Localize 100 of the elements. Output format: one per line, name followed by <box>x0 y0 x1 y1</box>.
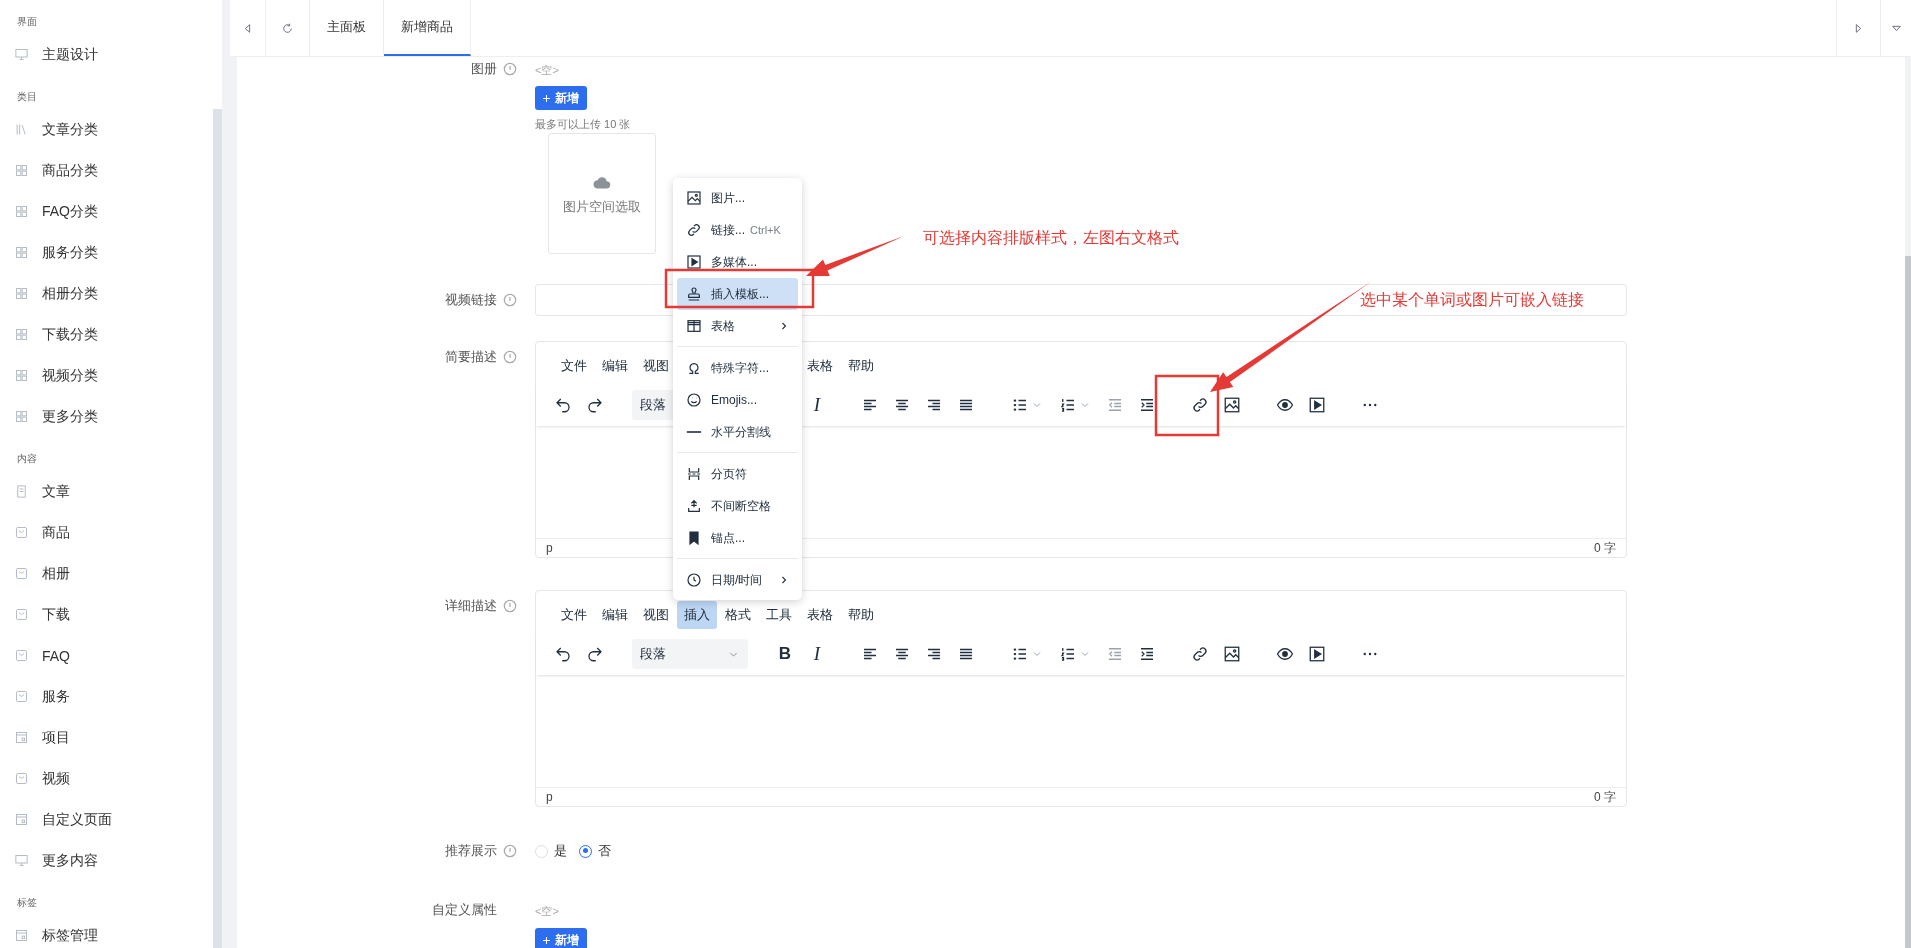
sidebar-item[interactable]: 视频 <box>0 758 213 799</box>
menu-item[interactable]: 工具 <box>759 601 799 629</box>
image-icon[interactable] <box>1223 645 1241 663</box>
grid-icon <box>14 368 29 383</box>
indent-icon[interactable] <box>1138 645 1156 663</box>
add-button[interactable]: 新增 <box>535 928 587 948</box>
document-icon <box>14 484 29 499</box>
menu-item[interactable]: 视图 <box>636 352 676 380</box>
plus-icon <box>541 92 552 104</box>
menu-item[interactable]: 表格 <box>800 601 840 629</box>
image-icon[interactable] <box>1223 396 1241 414</box>
upload-area[interactable]: 图片空间选取 <box>548 133 656 254</box>
sidebar-item[interactable]: FAQ <box>0 635 213 676</box>
sidebar-item[interactable]: 更多内容 <box>0 840 213 881</box>
eye-icon[interactable] <box>1276 396 1294 414</box>
image-icon <box>686 190 702 206</box>
field-label: 详细描述 <box>445 597 497 615</box>
sidebar-item[interactable]: 商品 <box>0 512 213 553</box>
menu-option[interactable]: 表格 <box>677 310 798 342</box>
window-icon <box>14 730 29 745</box>
sidebar-item[interactable]: 下载分类 <box>0 314 213 355</box>
redo-icon[interactable] <box>586 396 604 414</box>
menu-item[interactable]: 帮助 <box>841 601 881 629</box>
link-icon[interactable] <box>1191 396 1209 414</box>
undo-icon[interactable] <box>554 396 572 414</box>
outdent-icon[interactable] <box>1106 645 1124 663</box>
sidebar-item[interactable]: 文章 <box>0 471 213 512</box>
sidebar-item[interactable]: 视频分类 <box>0 355 213 396</box>
add-button[interactable]: 新增 <box>535 86 587 110</box>
grid-icon <box>14 286 29 301</box>
menu-item[interactable]: 表格 <box>800 352 840 380</box>
sidebar-item[interactable]: 商品分类 <box>0 150 213 191</box>
menu-option[interactable]: 不间断空格 <box>677 490 798 522</box>
menu-option[interactable]: 锚点... <box>677 522 798 554</box>
outdent-icon[interactable] <box>1106 396 1124 414</box>
sidebar-item[interactable]: FAQ分类 <box>0 191 213 232</box>
menu-item[interactable]: 编辑 <box>595 601 635 629</box>
menu-option[interactable]: Emojis... <box>677 384 798 416</box>
bullet-list-icon[interactable] <box>1011 645 1029 663</box>
indent-icon[interactable] <box>1138 396 1156 414</box>
grid-icon <box>14 409 29 424</box>
menu-option[interactable]: 图片... <box>677 182 798 214</box>
menu-item[interactable]: 格式 <box>718 601 758 629</box>
menu-item[interactable]: 编辑 <box>595 352 635 380</box>
info-icon <box>503 62 517 76</box>
bold-button[interactable]: B <box>778 644 792 664</box>
play-icon <box>686 254 702 270</box>
menu-option[interactable]: 日期/时间 <box>677 564 798 596</box>
play-icon[interactable] <box>1308 645 1326 663</box>
sidebar-item[interactable]: 标签管理 <box>0 915 213 948</box>
format-select[interactable]: 段落 <box>632 639 748 669</box>
word-count: 0 字 <box>1594 788 1616 806</box>
sidebar-item[interactable]: 更多分类 <box>0 396 213 437</box>
menu-option[interactable]: 链接... Ctrl+K <box>677 214 798 246</box>
eye-icon[interactable] <box>1276 645 1294 663</box>
menu-option[interactable]: 多媒体... <box>677 246 798 278</box>
books-icon <box>14 122 29 137</box>
menu-item[interactable]: 文件 <box>554 601 594 629</box>
menu-item[interactable]: 插入 <box>677 601 717 629</box>
sidebar-item[interactable]: 服务分类 <box>0 232 213 273</box>
italic-button[interactable]: I <box>813 394 821 416</box>
section-heading: 界面 <box>17 16 37 27</box>
highlight-box <box>1154 374 1220 437</box>
section-heading: 内容 <box>17 453 37 464</box>
sidebar-item[interactable]: 项目 <box>0 717 213 758</box>
stamp-icon <box>686 286 702 302</box>
scrollbar[interactable] <box>213 109 222 948</box>
menu-option[interactable]: 特殊字符... <box>677 352 798 384</box>
section-heading: 标签 <box>17 897 37 908</box>
link-icon[interactable] <box>1191 645 1209 663</box>
menu-option[interactable]: 分页符 <box>677 458 798 490</box>
square-icon <box>14 648 29 663</box>
sidebar-item[interactable]: 相册 <box>0 553 213 594</box>
menu-option[interactable]: 插入模板... <box>677 278 798 310</box>
sidebar-item[interactable]: 相册分类 <box>0 273 213 314</box>
sidebar-item[interactable]: 主题设计 <box>0 34 213 75</box>
radio-label: 否 <box>598 842 611 860</box>
grid-icon <box>14 204 29 219</box>
play-icon[interactable] <box>1308 396 1326 414</box>
square-icon <box>14 525 29 540</box>
scrollbar[interactable] <box>1905 256 1911 948</box>
numbered-list-icon[interactable] <box>1059 645 1077 663</box>
menu-option[interactable]: 水平分割线 <box>677 416 798 448</box>
field-label: 推荐展示 <box>445 842 497 860</box>
redo-icon[interactable] <box>586 645 604 663</box>
sidebar-item[interactable]: 服务 <box>0 676 213 717</box>
smiley-icon <box>686 392 702 408</box>
sidebar-item[interactable]: 下载 <box>0 594 213 635</box>
tab[interactable]: 新增商品 <box>384 0 471 56</box>
square-icon <box>14 689 29 704</box>
menu-item[interactable]: 帮助 <box>841 352 881 380</box>
table-icon <box>686 318 702 334</box>
italic-button[interactable]: I <box>813 643 821 665</box>
menu-item[interactable]: 文件 <box>554 352 594 380</box>
sidebar-item[interactable]: 文章分类 <box>0 109 213 150</box>
sidebar-item[interactable]: 自定义页面 <box>0 799 213 840</box>
undo-icon[interactable] <box>554 645 572 663</box>
bullet-list-icon[interactable] <box>1011 396 1029 414</box>
numbered-list-icon[interactable] <box>1059 396 1077 414</box>
menu-item[interactable]: 视图 <box>636 601 676 629</box>
